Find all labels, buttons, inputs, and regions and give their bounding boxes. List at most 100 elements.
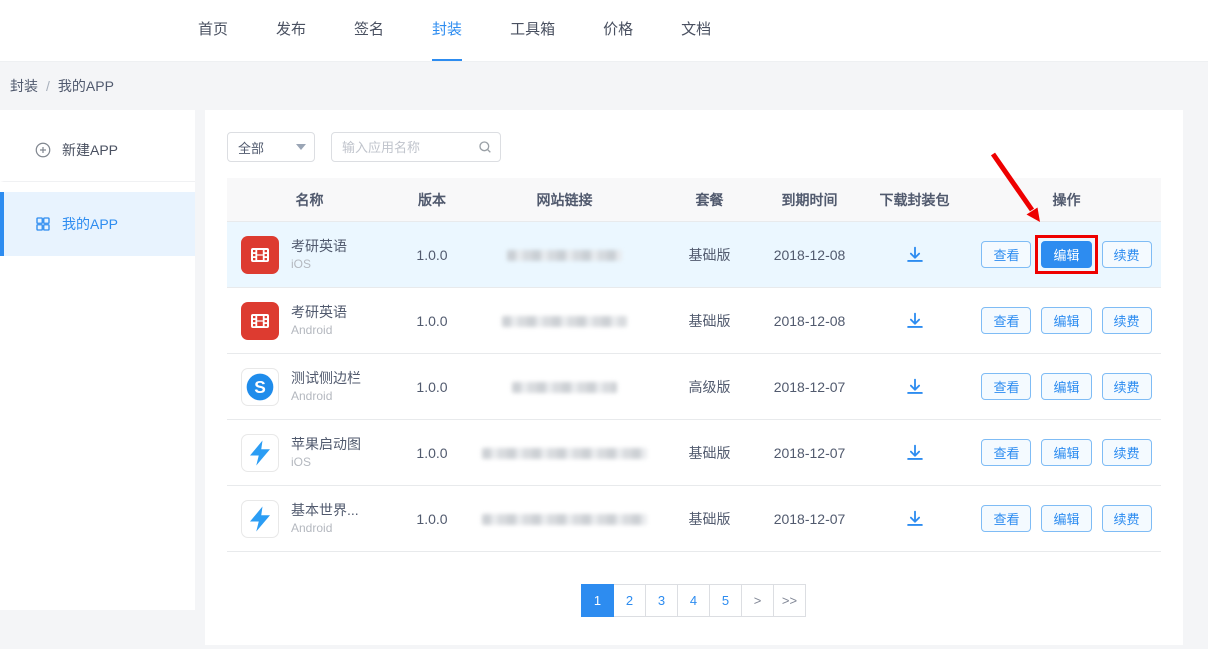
content-area: 新建APP 我的APP 全部 名称 版本 网站链接 套餐 (0, 110, 1208, 645)
nav-item-docs[interactable]: 文档 (681, 0, 711, 61)
view-button[interactable]: 查看 (981, 307, 1031, 334)
app-expiry: 2018-12-08 (762, 247, 857, 263)
sidebar-item-new-app[interactable]: 新建APP (0, 118, 195, 182)
app-platform: Android (291, 388, 361, 404)
download-icon[interactable] (904, 376, 926, 398)
page-button-3[interactable]: 3 (645, 584, 678, 617)
app-platform: Android (291, 322, 347, 338)
app-version: 1.0.0 (392, 247, 472, 263)
view-button[interactable]: 查看 (981, 505, 1031, 532)
nav-item-sign[interactable]: 签名 (354, 0, 384, 61)
app-name: 考研英语 (291, 303, 347, 322)
masked-url (512, 382, 617, 393)
edit-button[interactable]: 编辑 (1041, 241, 1091, 268)
app-expiry: 2018-12-07 (762, 445, 857, 461)
renew-button[interactable]: 续费 (1102, 439, 1152, 466)
app-name: 测试侧边栏 (291, 369, 361, 388)
download-icon[interactable] (904, 310, 926, 332)
breadcrumb-current: 我的APP (58, 76, 114, 96)
masked-url (507, 250, 622, 261)
search-input[interactable] (331, 132, 501, 162)
toolbar: 全部 (227, 132, 1161, 162)
search-icon[interactable] (477, 139, 493, 155)
table-row: 考研英语 Android 1.0.0 基础版 2018-12-08 查看 编辑 … (227, 288, 1161, 354)
view-button[interactable]: 查看 (981, 439, 1031, 466)
nav-item-toolbox[interactable]: 工具箱 (510, 0, 555, 61)
app-version: 1.0.0 (392, 379, 472, 395)
app-plan: 基础版 (657, 443, 762, 463)
view-button[interactable]: 查看 (981, 373, 1031, 400)
download-icon[interactable] (904, 442, 926, 464)
sidebar-item-label: 我的APP (62, 214, 118, 234)
edit-button[interactable]: 编辑 (1041, 373, 1091, 400)
edit-button[interactable]: 编辑 (1041, 307, 1091, 334)
app-platform: Android (291, 520, 359, 536)
breadcrumb-root[interactable]: 封装 (10, 76, 38, 96)
renew-button[interactable]: 续费 (1102, 373, 1152, 400)
app-version: 1.0.0 (392, 313, 472, 329)
table-row: 基本世界... Android 1.0.0 基础版 2018-12-07 查看 … (227, 486, 1161, 552)
page-button-5[interactable]: 5 (709, 584, 742, 617)
column-header-plan: 套餐 (657, 190, 762, 210)
page-button-2[interactable]: 2 (613, 584, 646, 617)
pagination: 1 2 3 4 5 > >> (227, 584, 1161, 617)
app-expiry: 2018-12-08 (762, 313, 857, 329)
category-filter-select[interactable]: 全部 (227, 132, 315, 162)
edit-button[interactable]: 编辑 (1041, 505, 1091, 532)
nav-item-publish[interactable]: 发布 (276, 0, 306, 61)
app-plan: 基础版 (657, 245, 762, 265)
renew-button[interactable]: 续费 (1102, 241, 1152, 268)
breadcrumb: 封装 / 我的APP (0, 62, 1208, 110)
page-button-1[interactable]: 1 (581, 584, 614, 617)
app-table: 名称 版本 网站链接 套餐 到期时间 下载封装包 操作 考研英语 iOS (227, 178, 1161, 552)
masked-url (502, 316, 627, 327)
nav-item-package[interactable]: 封装 (432, 0, 462, 61)
breadcrumb-separator: / (46, 78, 50, 94)
search-box (331, 132, 501, 162)
film-icon (241, 236, 279, 274)
grid-icon (34, 215, 52, 233)
column-header-download: 下载封装包 (857, 190, 972, 210)
sidebar-item-label: 新建APP (62, 140, 118, 160)
chevron-down-icon (296, 144, 306, 150)
masked-url (482, 514, 647, 525)
bolt-icon (241, 500, 279, 538)
film-icon (241, 302, 279, 340)
column-header-expiry: 到期时间 (762, 190, 857, 210)
app-expiry: 2018-12-07 (762, 379, 857, 395)
app-name: 苹果启动图 (291, 435, 361, 454)
edit-button[interactable]: 编辑 (1041, 439, 1091, 466)
top-nav: 首页 发布 签名 封装 工具箱 价格 文档 (0, 0, 1208, 62)
nav-item-home[interactable]: 首页 (198, 0, 228, 61)
app-version: 1.0.0 (392, 445, 472, 461)
app-expiry: 2018-12-07 (762, 511, 857, 527)
app-version: 1.0.0 (392, 511, 472, 527)
app-plan: 基础版 (657, 311, 762, 331)
sidebar: 新建APP 我的APP (0, 110, 195, 610)
main-panel: 全部 名称 版本 网站链接 套餐 到期时间 下载封装包 操作 (205, 110, 1183, 645)
table-row: S 测试侧边栏 Android 1.0.0 高级版 2018-12-07 查看 … (227, 354, 1161, 420)
category-filter-value: 全部 (238, 138, 264, 157)
jump-next-page-button[interactable]: >> (773, 584, 806, 617)
nav-item-price[interactable]: 价格 (603, 0, 633, 61)
plus-circle-icon (34, 141, 52, 159)
s-logo-icon: S (241, 368, 279, 406)
renew-button[interactable]: 续费 (1102, 505, 1152, 532)
annotation-red-box: 编辑 (1035, 235, 1097, 274)
column-header-actions: 操作 (972, 190, 1161, 210)
next-page-button[interactable]: > (741, 584, 774, 617)
column-header-version: 版本 (392, 190, 472, 210)
app-platform: iOS (291, 256, 347, 272)
app-platform: iOS (291, 454, 361, 470)
page-button-4[interactable]: 4 (677, 584, 710, 617)
table-row: 考研英语 iOS 1.0.0 基础版 2018-12-08 查看 编辑 续费 (227, 222, 1161, 288)
download-icon[interactable] (904, 244, 926, 266)
masked-url (482, 448, 647, 459)
bolt-icon (241, 434, 279, 472)
renew-button[interactable]: 续费 (1102, 307, 1152, 334)
app-name: 考研英语 (291, 237, 347, 256)
app-name: 基本世界... (291, 501, 359, 520)
download-icon[interactable] (904, 508, 926, 530)
sidebar-item-my-app[interactable]: 我的APP (0, 192, 195, 256)
view-button[interactable]: 查看 (981, 241, 1031, 268)
